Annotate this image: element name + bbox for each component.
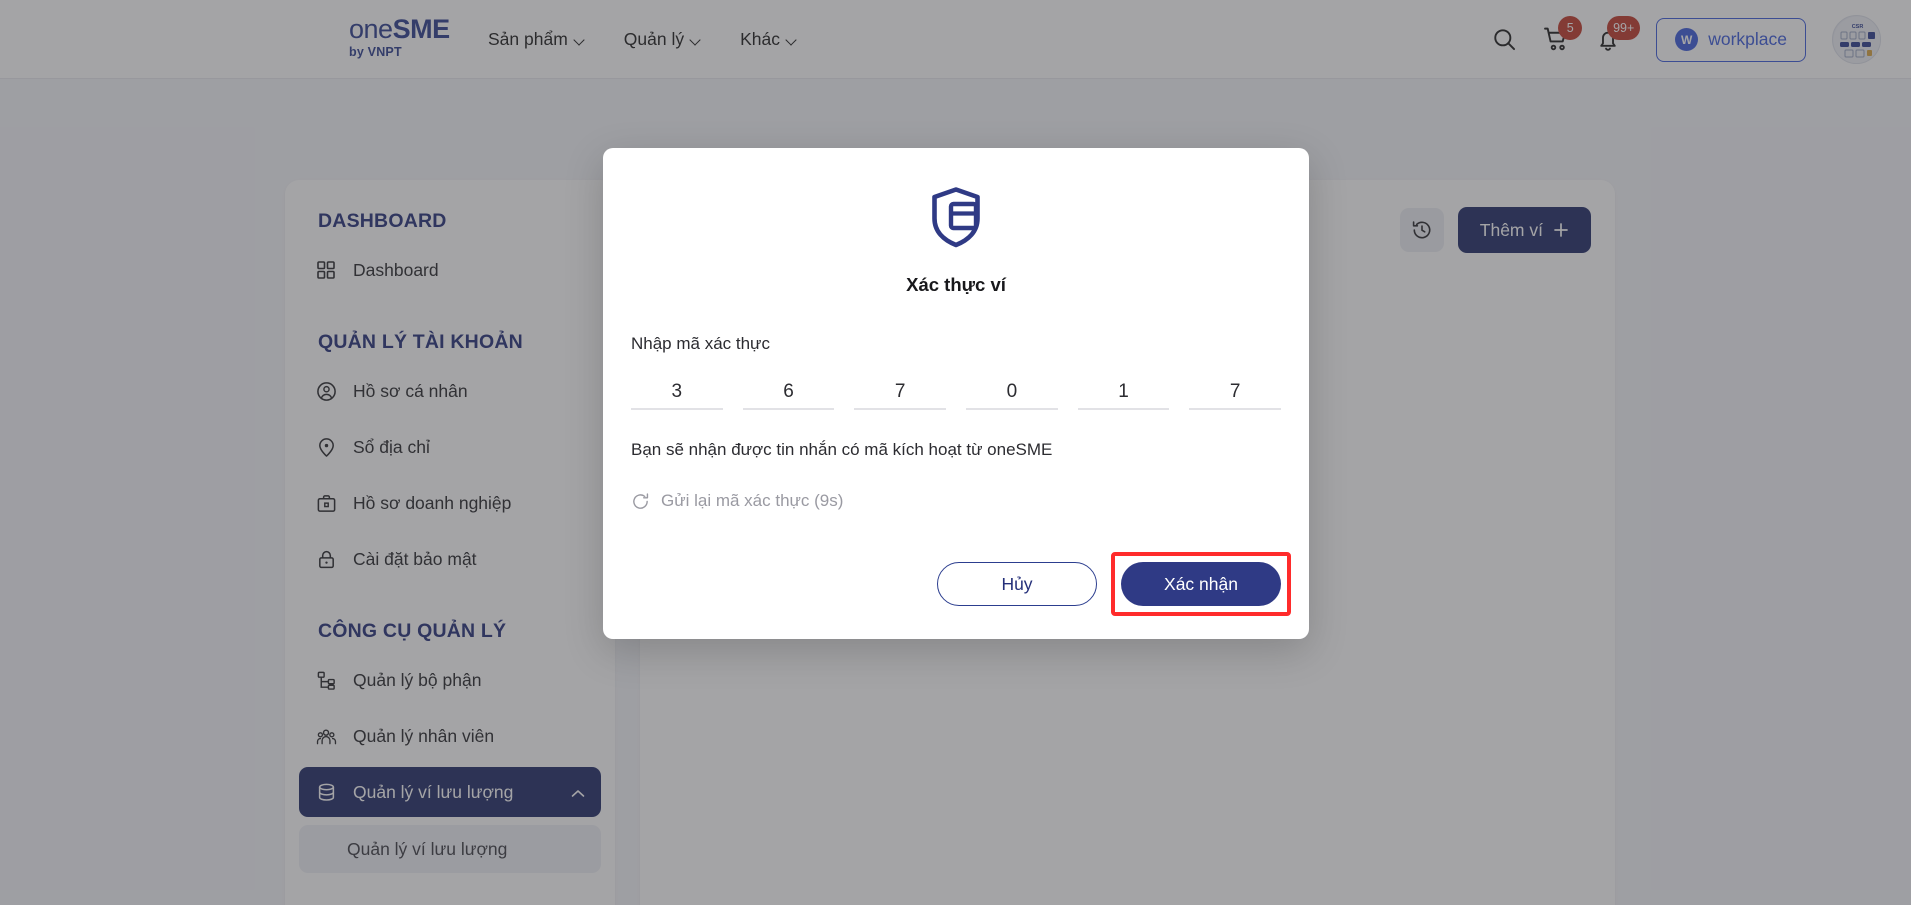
confirm-button[interactable]: Xác nhận [1121, 562, 1281, 606]
resend-code-label: Gửi lại mã xác thực (9s) [661, 491, 844, 510]
modal-title: Xác thực ví [906, 274, 1006, 295]
modal-actions: Hủy Xác nhận [631, 552, 1291, 616]
otp-input-group: 3 6 7 0 1 7 [631, 370, 1282, 410]
shield-wallet-icon [631, 186, 1281, 248]
otp-digit-4[interactable]: 0 [966, 370, 1058, 410]
otp-digit-2[interactable]: 6 [742, 370, 835, 410]
resend-code-link[interactable]: Gửi lại mã xác thực (9s) [631, 491, 1281, 511]
otp-label: Nhập mã xác thực [631, 334, 770, 353]
confirm-button-highlight: Xác nhận [1111, 552, 1291, 616]
app-root: oneSME by VNPT Sản phẩm Quản lý Khác 5 9… [0, 0, 1911, 905]
cancel-button[interactable]: Hủy [937, 562, 1097, 606]
otp-digit-6[interactable]: 7 [1189, 370, 1282, 410]
otp-digit-1[interactable]: 3 [631, 370, 723, 410]
otp-digit-5[interactable]: 1 [1077, 370, 1170, 410]
refresh-icon [633, 492, 649, 509]
otp-digit-3[interactable]: 7 [854, 370, 947, 410]
wallet-verification-modal: Xác thực ví Nhập mã xác thực 3 6 7 0 1 7… [603, 148, 1309, 639]
otp-note: Bạn sẽ nhận được tin nhắn có mã kích hoạ… [631, 440, 1053, 459]
